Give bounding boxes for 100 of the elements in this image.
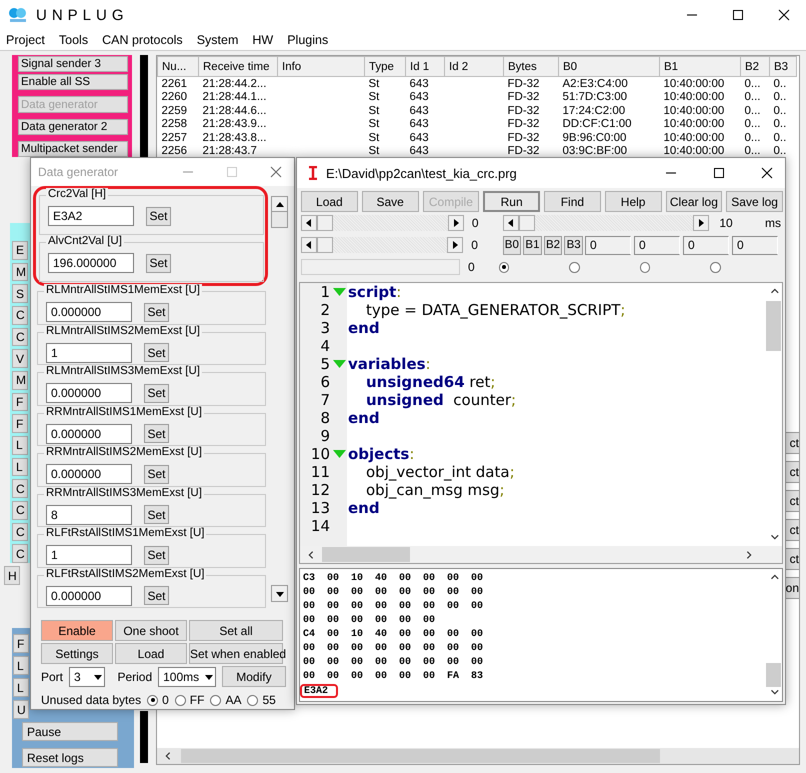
byte-button[interactable]: B3 — [564, 236, 583, 254]
toolbar-button[interactable]: Clear log — [666, 191, 722, 212]
byte-field[interactable]: 0 — [584, 236, 631, 254]
scroll-thumb[interactable] — [766, 301, 781, 351]
modify-button[interactable]: Modify — [222, 666, 286, 687]
arrow-icon[interactable] — [451, 241, 460, 249]
radio-button[interactable] — [247, 694, 258, 706]
arrow-icon[interactable] — [697, 219, 706, 227]
panel-button[interactable]: C — [12, 522, 28, 542]
column-header[interactable]: Bytes — [504, 56, 558, 76]
toolbar-button[interactable]: Find — [544, 191, 601, 212]
radio-button[interactable] — [710, 262, 721, 272]
period-dropdown[interactable]: 100ms — [158, 666, 216, 686]
radio-button[interactable] — [210, 694, 222, 706]
arrow-icon[interactable] — [305, 219, 313, 227]
scroll-bar[interactable] — [301, 237, 464, 253]
column-header[interactable]: Type — [364, 56, 406, 76]
scroll-bar[interactable] — [503, 215, 710, 231]
set-button[interactable]: Set — [144, 424, 169, 443]
arrow-icon[interactable] — [204, 672, 213, 680]
scroll-thumb[interactable] — [519, 215, 536, 231]
toolbar-button[interactable]: Run — [483, 191, 540, 212]
panel-button[interactable]: L — [12, 458, 28, 476]
column-header[interactable]: Id 2 — [444, 56, 504, 76]
panel-button[interactable]: Multipacket sender — [18, 140, 128, 158]
menu-item[interactable]: Plugins — [287, 33, 328, 47]
byte-button[interactable]: B2 — [544, 236, 562, 254]
arrow-icon[interactable] — [507, 219, 516, 227]
set-button[interactable]: Set — [144, 302, 169, 322]
value-field[interactable]: 0.000000 — [46, 302, 132, 322]
value-field[interactable]: 1 — [46, 342, 132, 362]
set-button[interactable]: Set — [146, 206, 171, 226]
column-header[interactable]: B1 — [660, 56, 740, 76]
menu-item[interactable]: HW — [252, 33, 274, 47]
generator-button[interactable]: Load — [115, 643, 187, 664]
panel-button[interactable]: L — [13, 656, 29, 675]
value-field[interactable]: 196.000000 — [48, 253, 134, 273]
panel-button[interactable]: H — [4, 566, 20, 585]
menu-item[interactable]: System — [196, 33, 238, 47]
panel-button[interactable]: C — [12, 306, 28, 325]
panel-button[interactable]: C — [12, 328, 28, 346]
generator-button[interactable]: Set when enabled — [189, 643, 283, 664]
panel-button[interactable]: F — [13, 634, 29, 653]
value-field[interactable]: 0.000000 — [46, 383, 132, 403]
menu-item[interactable]: CAN protocols — [102, 33, 183, 47]
set-button[interactable]: Set — [146, 254, 171, 272]
column-header[interactable]: Id 1 — [406, 56, 444, 76]
scroll-thumb[interactable] — [766, 663, 781, 687]
set-button[interactable]: Set — [144, 586, 169, 605]
generator-button[interactable]: Settings — [41, 643, 113, 664]
toolbar-button[interactable]: Help — [604, 191, 662, 212]
panel-button[interactable]: E — [12, 241, 28, 260]
value-field[interactable]: 0.000000 — [46, 586, 132, 606]
scroll-thumb[interactable] — [317, 215, 333, 231]
menu-item[interactable]: Project — [6, 33, 45, 47]
scroll-bar[interactable] — [301, 215, 464, 231]
toolbar-button[interactable]: Save — [362, 191, 418, 212]
byte-field[interactable]: 0 — [732, 236, 778, 254]
radio-button[interactable] — [640, 262, 650, 272]
arrow-icon[interactable] — [276, 200, 284, 208]
generator-button[interactable]: One shoot — [115, 620, 187, 641]
set-button[interactable]: Set — [144, 464, 169, 484]
arrow-icon[interactable] — [305, 241, 313, 249]
code-editor[interactable]: 1 script: 2 type = DATA_GENERATOR_SCRIPT; 3 end 4 5 variables: 6 unsigned64 ret; 7 unsigned counter; 8 end 9 10 objects: 11 obj_vector_int data; 12 obj_can_msg msg; 13 end 14 — [299, 282, 783, 564]
menu-item[interactable]: Tools — [58, 33, 88, 47]
scroll-thumb[interactable] — [317, 237, 333, 253]
byte-button[interactable]: B0 — [502, 236, 522, 254]
port-dropdown[interactable]: 3 — [69, 666, 106, 686]
column-header[interactable]: B2 — [740, 56, 770, 76]
set-button[interactable]: Set — [144, 505, 169, 524]
radio-button[interactable] — [147, 694, 158, 706]
radio-button[interactable] — [174, 694, 186, 706]
column-header[interactable]: Info — [278, 56, 364, 76]
arrow-icon[interactable] — [276, 590, 284, 598]
panel-button[interactable]: Data generator 2 — [18, 118, 128, 135]
maximize-icon[interactable] — [713, 167, 725, 179]
generator-button[interactable]: Set all — [189, 620, 283, 641]
close-icon[interactable] — [761, 167, 773, 179]
toolbar-button[interactable]: Save log — [726, 191, 783, 212]
panel-button[interactable]: C — [12, 544, 28, 564]
panel-button[interactable]: S — [12, 284, 28, 304]
column-header[interactable]: B3 — [770, 56, 796, 76]
toolbar-button[interactable]: Load — [301, 191, 358, 212]
panel-button[interactable]: F — [12, 414, 28, 434]
byte-field[interactable]: 0 — [682, 236, 729, 254]
value-field[interactable]: 0.000000 — [46, 424, 132, 444]
text-field[interactable] — [301, 259, 460, 275]
panel-button[interactable]: Pause — [22, 722, 118, 741]
radio-button[interactable] — [498, 262, 510, 272]
column-header[interactable]: Nu... — [158, 56, 198, 76]
arrow-icon[interactable] — [94, 672, 102, 680]
value-field[interactable]: 0.000000 — [46, 464, 132, 484]
arrow-icon[interactable] — [452, 219, 460, 227]
panel-button[interactable]: Reset logs — [22, 748, 118, 767]
value-field[interactable]: 8 — [46, 504, 132, 524]
panel-button[interactable]: C — [12, 501, 28, 520]
panel-button[interactable]: L — [13, 678, 29, 697]
byte-button[interactable]: B1 — [523, 236, 542, 254]
panel-button[interactable]: M — [12, 371, 28, 390]
scroll-down-button[interactable] — [271, 585, 288, 602]
